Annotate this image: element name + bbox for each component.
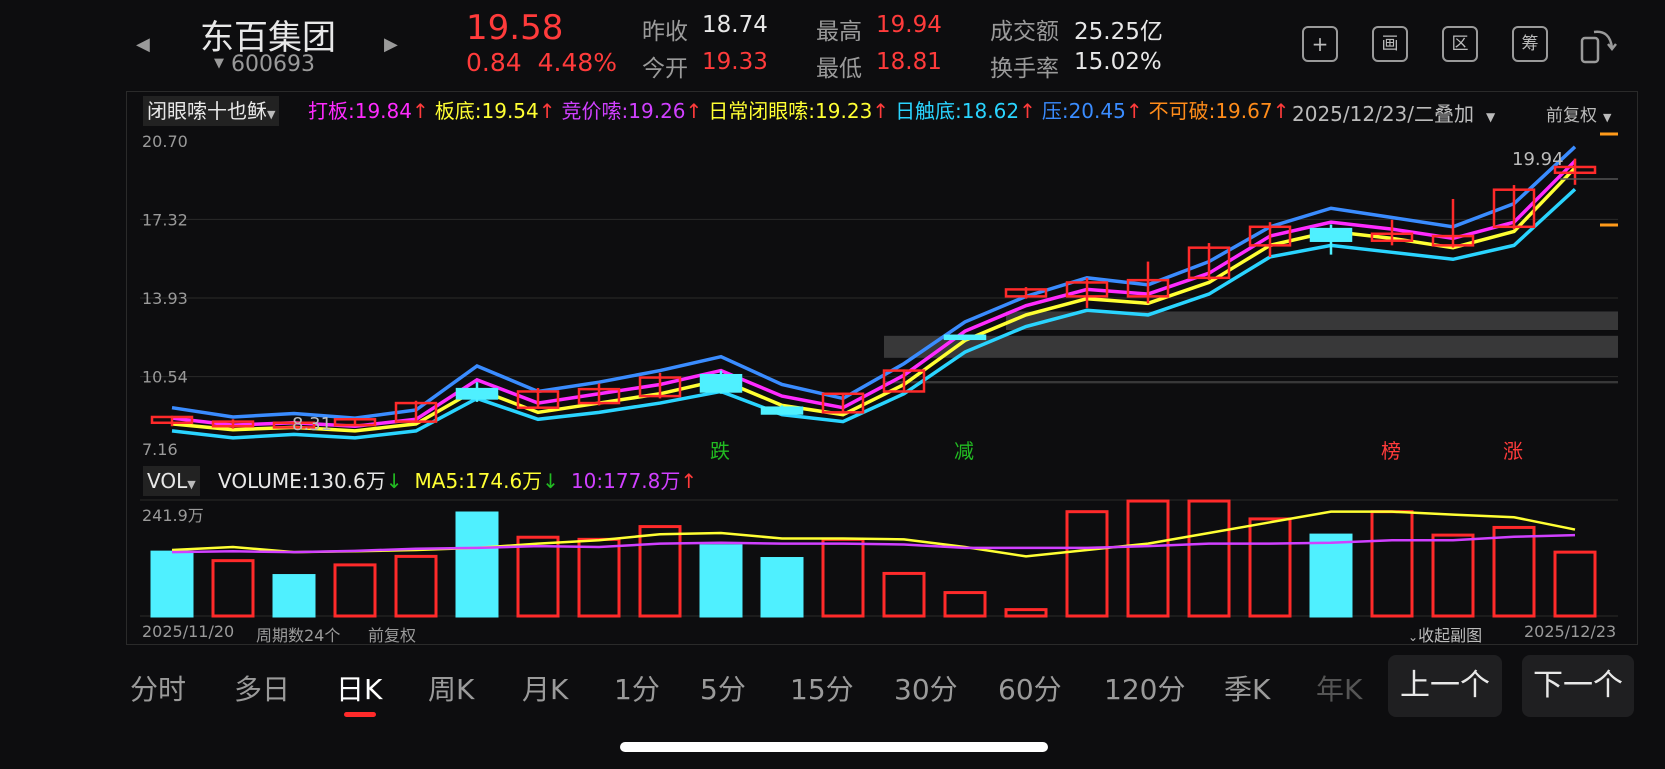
volume-legend-item: VOLUME:130.6万 <box>218 469 386 493</box>
tab-weekly-k[interactable]: 周K <box>428 668 474 708</box>
signal-label: 跌 <box>710 439 730 463</box>
footer-adjust: 前复权 <box>368 626 417 645</box>
volume-legend: VOLUME:130.6万↓ MA5:174.6万↓ 10:177.8万↑ <box>218 468 709 494</box>
volume-max-label: 241.9万 <box>142 506 204 525</box>
tab-daily-k[interactable]: 日K <box>336 668 382 708</box>
volume-bar <box>1431 533 1475 618</box>
tab-monthly-k[interactable]: 月K <box>522 668 568 708</box>
volume-bar <box>760 557 804 618</box>
price-axis-label: 7.16 <box>142 440 178 459</box>
chevron-down-icon: ⌄ <box>1408 630 1419 644</box>
tab-120min[interactable]: 120分 <box>1104 668 1185 708</box>
price-axis-label: 13.93 <box>142 289 188 308</box>
indicator-line <box>171 159 1577 428</box>
price-axis-label: 10.54 <box>142 368 188 387</box>
footer-start-date: 2025/11/20 <box>142 622 235 641</box>
volume-bar <box>699 544 743 618</box>
support-zone <box>1006 311 1618 331</box>
candle-body <box>699 373 743 393</box>
volume-bar <box>1126 499 1170 618</box>
signal-label: 榜 <box>1381 439 1401 463</box>
volume-bar <box>150 550 194 618</box>
volume-bar <box>1553 550 1597 618</box>
price-axis-label: 17.32 <box>142 210 188 229</box>
tab-fenshi[interactable]: 分时 <box>130 668 186 708</box>
footer-end-date: 2025/12/23 <box>1524 622 1617 641</box>
tab-30min[interactable]: 30分 <box>894 668 958 708</box>
arrow-down-icon: ↓ <box>542 469 559 493</box>
home-indicator <box>620 742 1048 752</box>
support-zone <box>884 381 1618 384</box>
volume-bar <box>943 591 987 618</box>
volume-bar <box>394 554 438 618</box>
volume-bar <box>1004 608 1048 618</box>
volume-ma10-line <box>171 533 1576 554</box>
indicator-line <box>171 145 1577 420</box>
signal-label: 减 <box>954 439 974 463</box>
volume-bar <box>1065 510 1109 618</box>
tab-60min[interactable]: 60分 <box>998 668 1062 708</box>
volume-bar <box>638 525 682 618</box>
volume-selector[interactable]: VOL▼ <box>143 466 200 496</box>
volume-bar <box>882 571 926 618</box>
volume-bar <box>333 563 377 618</box>
active-tab-indicator <box>344 712 376 717</box>
volume-bar <box>211 559 255 618</box>
volume-bar <box>1492 525 1536 618</box>
candle-body <box>760 406 804 415</box>
tab-quarterly-k[interactable]: 季K <box>1224 668 1270 708</box>
tab-5min[interactable]: 5分 <box>700 668 746 708</box>
footer-period-count: 周期数24个 <box>256 626 341 645</box>
volume-indicator-name: VOL <box>147 469 188 493</box>
arrow-down-icon: ↓ <box>385 469 403 493</box>
volume-legend-item: 10:177.8万 <box>570 469 681 493</box>
volume-bar <box>272 574 316 618</box>
next-button[interactable]: 下一个 <box>1522 655 1634 717</box>
tab-duori[interactable]: 多日 <box>234 668 290 708</box>
tab-yearly-k[interactable]: 年K <box>1316 668 1362 708</box>
tab-15min[interactable]: 15分 <box>790 668 854 708</box>
volume-bar <box>1309 533 1353 618</box>
candle-body <box>943 334 987 341</box>
tab-1min[interactable]: 1分 <box>614 668 660 708</box>
high-price-marker: 19.94 <box>1512 149 1564 170</box>
collapse-label: 收起副图 <box>1418 626 1483 645</box>
volume-legend-item: MA5:174.6万 <box>414 469 543 493</box>
volume-bar <box>1187 499 1231 618</box>
volume-bar <box>1370 510 1414 618</box>
volume-bar <box>821 537 865 618</box>
price-axis-label: 20.70 <box>142 132 188 151</box>
candle-body <box>455 387 499 400</box>
volume-bar <box>1248 517 1292 618</box>
volume-bar <box>455 511 499 618</box>
volume-bar <box>516 535 560 618</box>
collapse-subchart-button[interactable]: ⌄收起副图 <box>1408 622 1482 646</box>
signal-label: 涨 <box>1503 439 1523 463</box>
candlestick-chart[interactable]: 20.70 17.32 13.93 10.54 7.16 19.94 8.31 跌 减 榜 涨 <box>0 0 1665 769</box>
low-price-marker: 8.31 <box>292 414 332 435</box>
chevron-down-icon: ▼ <box>187 478 196 491</box>
candle-body <box>1309 227 1353 242</box>
arrow-up-icon: ↑ <box>680 469 698 493</box>
volume-bar <box>577 537 621 618</box>
prev-button[interactable]: 上一个 <box>1388 655 1502 717</box>
